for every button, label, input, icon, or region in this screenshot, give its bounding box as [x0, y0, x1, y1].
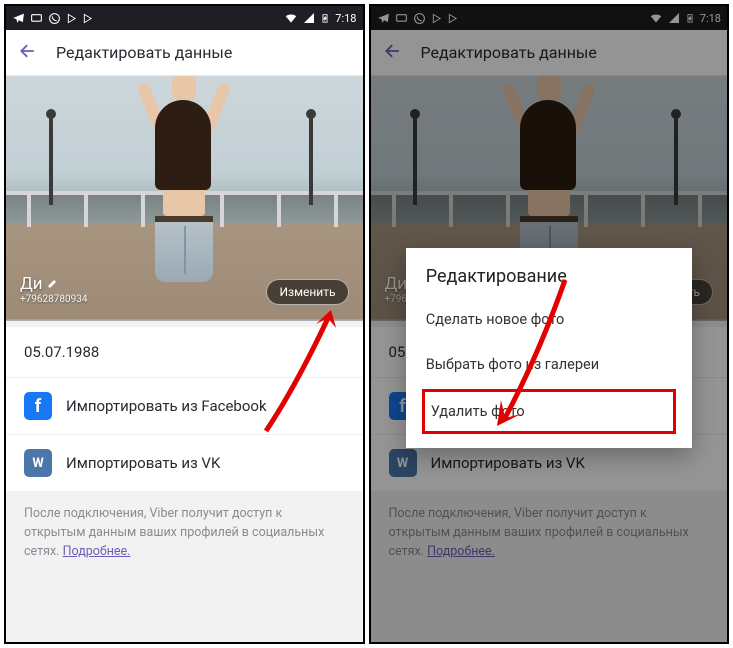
import-facebook-row[interactable]: f Импортировать из Facebook [6, 377, 363, 434]
change-photo-button[interactable]: Изменить [266, 279, 348, 305]
phone-left: 7:18 Редактировать данные Ди +7962878093… [4, 4, 365, 644]
dob-row[interactable]: 05.07.1988 [6, 327, 363, 377]
play-icon [82, 13, 93, 24]
app-header: Редактировать данные [6, 30, 363, 76]
chat-icon [30, 12, 43, 25]
statusbar: 7:18 [6, 6, 363, 30]
dialog-title: Редактирование [406, 248, 692, 297]
clock: 7:18 [335, 12, 356, 25]
username: Ди [20, 274, 43, 294]
page-title: Редактировать данные [56, 43, 232, 62]
wifi-icon [284, 11, 298, 25]
dialog-option-delete[interactable]: Удалить фото [422, 389, 676, 434]
battery-icon [320, 11, 330, 25]
facebook-icon: f [24, 392, 52, 420]
dialog-option-gallery[interactable]: Выбрать фото из галереи [406, 342, 692, 387]
profile-photo[interactable]: Ди +79628780934 Изменить [6, 76, 363, 321]
phone-right: 7:18 Редактировать данные Ди +7962878093… [369, 4, 730, 644]
back-icon[interactable] [18, 41, 38, 65]
telegram-icon [12, 12, 25, 25]
viber-icon [48, 12, 61, 25]
signal-icon [303, 12, 315, 24]
import-vk-label: Импортировать из VK [66, 454, 220, 472]
name-block[interactable]: Ди +79628780934 [20, 274, 88, 305]
learn-more-link[interactable]: Подробнее. [63, 544, 131, 559]
disclaimer: После подключения, Viber получит доступ … [6, 491, 363, 575]
edit-icon [47, 274, 59, 294]
edit-photo-dialog: Редактирование Сделать новое фото Выбрат… [406, 248, 692, 448]
dialog-option-new-photo[interactable]: Сделать новое фото [406, 297, 692, 342]
vk-icon: W [24, 449, 52, 477]
phone-number: +79628780934 [20, 294, 88, 305]
import-fb-label: Импортировать из Facebook [66, 397, 267, 415]
import-vk-row[interactable]: W Импортировать из VK [6, 434, 363, 491]
play-icon [66, 13, 77, 24]
